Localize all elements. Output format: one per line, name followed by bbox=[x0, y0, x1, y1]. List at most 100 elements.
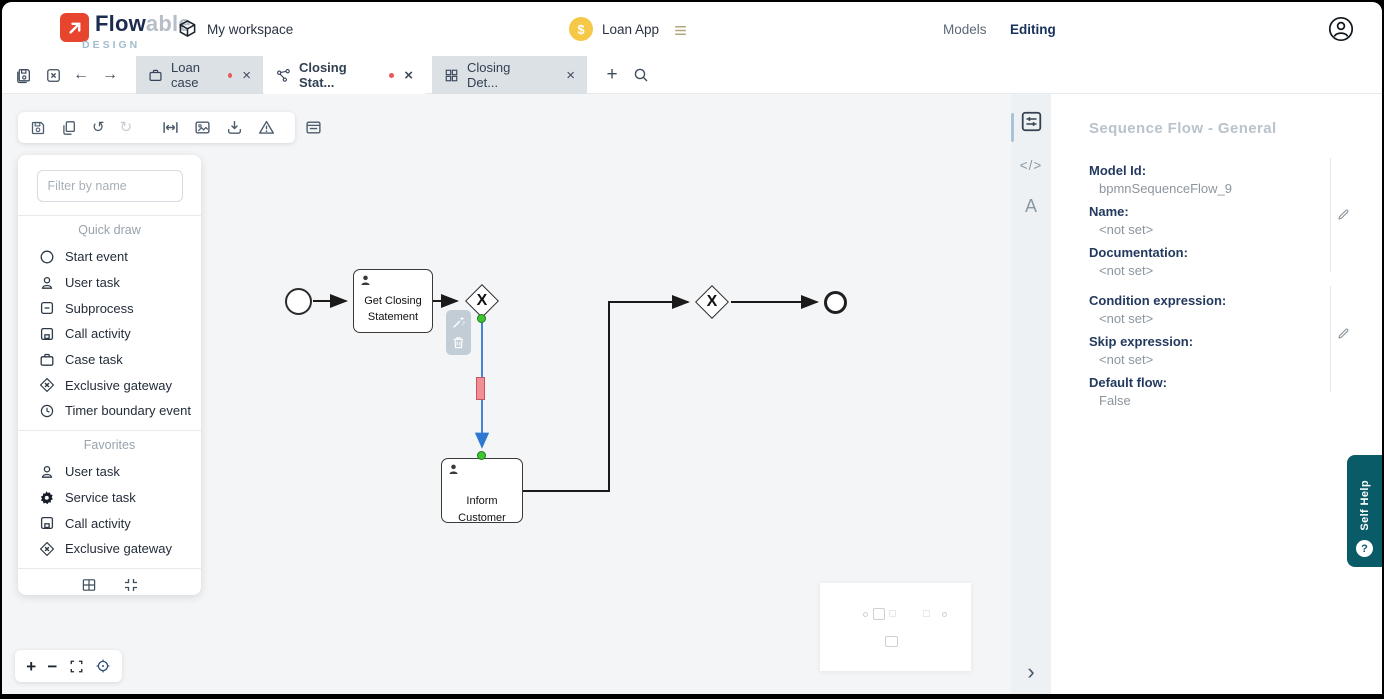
palette-item-case-task[interactable]: Case task bbox=[18, 347, 201, 373]
brand-product-label: DESIGN bbox=[82, 39, 140, 51]
tab-close-icon[interactable]: × bbox=[404, 67, 413, 84]
tab-close-icon[interactable]: × bbox=[566, 67, 575, 84]
magic-wand-icon[interactable] bbox=[451, 315, 466, 330]
export-image-icon[interactable] bbox=[194, 119, 211, 136]
property-label: Condition expression: bbox=[1089, 293, 1319, 309]
app-name[interactable]: Loan App bbox=[602, 22, 659, 37]
fit-screen-icon[interactable] bbox=[69, 659, 84, 674]
briefcase-icon bbox=[148, 68, 163, 83]
shape-palette: Quick draw Start event User task Subproc… bbox=[18, 155, 201, 595]
palette-item-label: Exclusive gateway bbox=[65, 541, 172, 556]
properties-panel: Sequence Flow - General Model Id: bpmnSe… bbox=[1051, 94, 1382, 694]
tab-label: Closing Stat... bbox=[299, 60, 383, 90]
palette-item-timer-boundary-event[interactable]: Timer boundary event bbox=[18, 398, 201, 424]
flow-source-anchor[interactable] bbox=[477, 314, 486, 323]
expand-panel-icon[interactable]: › bbox=[1011, 659, 1051, 685]
center-target-icon[interactable] bbox=[95, 658, 111, 674]
palette-table-view-icon[interactable] bbox=[81, 577, 97, 593]
exclusive-gateway-icon bbox=[38, 377, 55, 393]
favorite-call-activity[interactable]: Call activity bbox=[18, 510, 201, 536]
zoom-out-icon[interactable]: − bbox=[47, 658, 57, 675]
canvas-toolbar: ↺ ↻ bbox=[18, 112, 295, 143]
palette-item-user-task[interactable]: User task bbox=[18, 270, 201, 296]
exclusive-gateway-node-2[interactable]: X bbox=[694, 284, 730, 320]
minimap-shape bbox=[863, 612, 868, 617]
forward-icon[interactable]: → bbox=[101, 66, 119, 84]
start-event-node[interactable] bbox=[285, 288, 312, 315]
palette-item-label: Timer boundary event bbox=[65, 403, 191, 418]
end-event-node[interactable] bbox=[824, 291, 847, 314]
text-panel-icon[interactable]: A bbox=[1011, 196, 1051, 217]
workspace-name[interactable]: My workspace bbox=[207, 22, 293, 37]
property-documentation[interactable]: Documentation: <not set> bbox=[1089, 245, 1319, 279]
edit-skip-expression-pencil-icon[interactable] bbox=[1336, 326, 1351, 341]
user-task-icon bbox=[359, 274, 372, 287]
collapse-palette-icon[interactable] bbox=[123, 577, 139, 593]
palette-item-exclusive-gateway[interactable]: Exclusive gateway bbox=[18, 372, 201, 398]
task-label: Get Closing Statement bbox=[358, 290, 428, 328]
task-inform-customer[interactable]: Inform Customer bbox=[441, 458, 523, 523]
property-label: Model Id: bbox=[1089, 163, 1319, 179]
form-panel-icon[interactable] bbox=[305, 119, 322, 136]
trash-icon[interactable] bbox=[451, 335, 466, 350]
task-get-closing-statement[interactable]: Get Closing Statement bbox=[353, 269, 433, 333]
app-menu-icon[interactable] bbox=[672, 22, 689, 39]
tab-closing-statement[interactable]: Closing Stat... × bbox=[264, 56, 425, 94]
account-icon[interactable] bbox=[1327, 15, 1355, 43]
minimap[interactable] bbox=[820, 583, 971, 671]
minimap-shape bbox=[942, 612, 947, 617]
property-skip-expression[interactable]: Skip expression: <not set> bbox=[1089, 334, 1319, 368]
copy-icon[interactable] bbox=[61, 120, 77, 136]
download-icon[interactable] bbox=[226, 119, 243, 136]
favorite-user-task[interactable]: User task bbox=[18, 459, 201, 485]
user-task-icon bbox=[38, 275, 55, 291]
tab-closing-details[interactable]: Closing Det... × bbox=[432, 56, 587, 94]
property-value: <not set> bbox=[1089, 352, 1319, 368]
dirty-indicator bbox=[389, 73, 394, 78]
edit-name-pencil-icon[interactable] bbox=[1336, 207, 1351, 222]
property-model-id: Model Id: bpmnSequenceFlow_9 bbox=[1089, 163, 1319, 197]
property-default-flow[interactable]: Default flow: False bbox=[1089, 375, 1319, 409]
attributes-panel-icon[interactable] bbox=[1011, 110, 1051, 133]
zoom-in-icon[interactable]: + bbox=[26, 658, 36, 675]
app-header: Flowable DESIGN My workspace $ Loan App … bbox=[2, 2, 1382, 56]
validation-warning-icon[interactable] bbox=[258, 119, 275, 136]
property-label: Skip expression: bbox=[1089, 334, 1319, 350]
favorite-exclusive-gateway[interactable]: Exclusive gateway bbox=[18, 536, 201, 562]
new-tab-icon[interactable]: + bbox=[603, 66, 621, 84]
save-icon[interactable] bbox=[30, 120, 46, 136]
subprocess-icon bbox=[38, 300, 55, 316]
search-icon[interactable] bbox=[632, 66, 650, 84]
filter-input[interactable] bbox=[37, 170, 183, 202]
palette-item-subprocess[interactable]: Subprocess bbox=[18, 295, 201, 321]
palette-item-call-activity[interactable]: Call activity bbox=[18, 321, 201, 347]
nav-models[interactable]: Models bbox=[943, 22, 987, 37]
brand-word-dark: Flow bbox=[95, 11, 146, 36]
quick-draw-title: Quick draw bbox=[18, 223, 201, 237]
favorites-title: Favorites bbox=[18, 438, 201, 452]
close-all-icon[interactable] bbox=[44, 66, 62, 84]
self-help-label: Self Help bbox=[1359, 480, 1371, 531]
context-toolbar bbox=[446, 310, 471, 355]
palette-item-start-event[interactable]: Start event bbox=[18, 244, 201, 270]
favorite-service-task[interactable]: Service task bbox=[18, 485, 201, 511]
tab-loan-case[interactable]: Loan case × bbox=[136, 56, 263, 94]
property-name[interactable]: Name: <not set> bbox=[1089, 204, 1319, 238]
user-task-icon bbox=[447, 463, 460, 476]
flow-bend-handle[interactable] bbox=[476, 377, 485, 400]
property-value: bpmnSequenceFlow_9 bbox=[1089, 181, 1319, 197]
undo-icon[interactable]: ↺ bbox=[92, 120, 105, 136]
self-help-button[interactable]: Self Help ? bbox=[1347, 455, 1382, 567]
flow-target-anchor[interactable] bbox=[477, 451, 486, 460]
code-panel-icon[interactable]: </> bbox=[1011, 158, 1051, 173]
service-task-gear-icon bbox=[38, 490, 55, 505]
fit-width-icon[interactable] bbox=[162, 119, 179, 136]
back-icon[interactable]: ← bbox=[72, 66, 90, 84]
property-value: False bbox=[1089, 393, 1319, 409]
app-badge[interactable]: $ bbox=[569, 17, 593, 41]
tab-close-icon[interactable]: × bbox=[242, 67, 251, 84]
redo-icon[interactable]: ↻ bbox=[120, 120, 133, 136]
save-all-icon[interactable] bbox=[14, 66, 32, 84]
property-condition-expression[interactable]: Condition expression: <not set> bbox=[1089, 293, 1319, 327]
nav-editing[interactable]: Editing bbox=[1010, 22, 1056, 37]
